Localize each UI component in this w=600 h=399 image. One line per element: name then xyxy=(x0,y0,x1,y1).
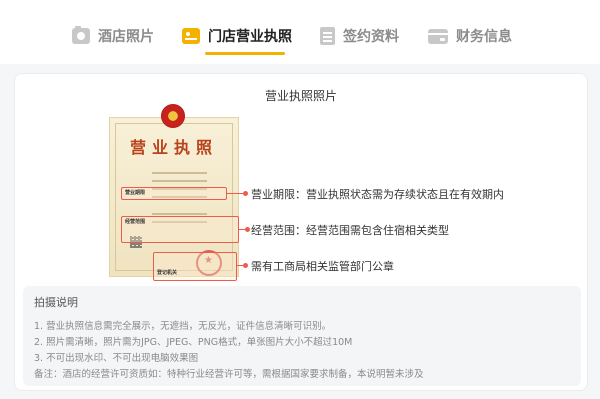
license-guide-card: 营业执照照片 营业执照 营业期限 经营范围 登记机关 营业期限：营业执照状态需为… xyxy=(14,73,588,391)
tab-business-license[interactable]: 门店营业执照 xyxy=(182,22,292,50)
instruction-line: 1. 营业执照信息需完全展示，无遮挡，无反光，证件信息清晰可识别。 xyxy=(34,321,332,332)
highlight-business-term: 营业期限 xyxy=(121,187,227,200)
license-sample-title: 营业执照 xyxy=(129,138,218,157)
photo-instructions: 拍摄说明 1. 营业执照信息需完全展示，无遮挡，无反光，证件信息清晰可识别。 2… xyxy=(23,286,581,386)
license-field-row xyxy=(124,170,207,175)
highlight-business-scope: 经营范围 xyxy=(121,216,239,243)
highlight-registration-authority: 登记机关 xyxy=(153,252,237,281)
instructions-title: 拍摄说明 xyxy=(34,296,78,309)
wallet-icon xyxy=(428,28,448,44)
tab-label: 财务信息 xyxy=(456,29,512,45)
connector-line xyxy=(227,191,248,196)
highlight-label: 经营范围 xyxy=(125,219,146,225)
tab-finance-info[interactable]: 财务信息 xyxy=(428,22,512,50)
highlight-label: 营业期限 xyxy=(125,190,146,196)
license-icon xyxy=(182,28,200,44)
annotation-business-term: 营业期限：营业执照状态需为存续状态且在有效期内 xyxy=(251,188,504,201)
instruction-note: 备注：酒店的经营许可资质如：特种行业经营许可等，需根据国家要求制备，本说明暂未涉… xyxy=(34,369,424,380)
national-emblem-icon xyxy=(161,104,185,128)
highlight-label: 登记机关 xyxy=(157,270,178,276)
connector-line xyxy=(237,263,248,268)
connector-line xyxy=(239,227,250,232)
instruction-line: 2. 照片需清晰，照片需为JPG、JPEG、PNG格式，单张图片大小不超过10M xyxy=(34,337,353,348)
document-icon xyxy=(320,27,335,45)
camera-icon xyxy=(72,26,90,44)
card-title: 营业执照照片 xyxy=(264,89,337,103)
annotation-official-seal: 需有工商局相关监管部门公章 xyxy=(251,260,394,273)
annotation-business-scope: 经营范围：经营范围需包含住宿相关类型 xyxy=(251,224,449,237)
tab-label: 门店营业执照 xyxy=(208,29,292,45)
tab-contract-info[interactable]: 签约资料 xyxy=(320,22,399,50)
tab-label: 签约资料 xyxy=(343,29,399,45)
active-tab-indicator xyxy=(205,52,285,55)
tab-bar: 酒店照片 门店营业执照 签约资料 财务信息 xyxy=(0,0,600,64)
tab-hotel-photos[interactable]: 酒店照片 xyxy=(72,22,154,50)
license-field-row xyxy=(124,178,207,183)
instruction-line: 3. 不可出现水印、不可出现电脑效果图 xyxy=(34,353,199,364)
tab-label: 酒店照片 xyxy=(98,29,154,45)
